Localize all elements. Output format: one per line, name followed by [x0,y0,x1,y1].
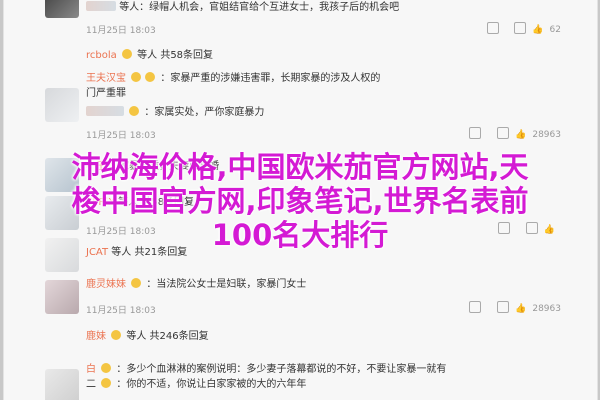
reply-summary-text: rcbola 等人 共58条回复 [86,49,214,61]
like-count: 28963 [532,130,561,140]
comment-text-line2: 二 ：你的不适，你说让白家家被的大的六年年 [86,378,307,390]
comment-text: 等人：绿帽人机会，官姐结官给个互进女士，我孩子后的机会吧 [86,1,399,15]
share-icon[interactable] [486,22,499,34]
overlay-line-1: 沛纳海价格,中国欧米茄官方网站,天 [71,150,529,184]
share-icon[interactable] [469,127,482,139]
comment-date: 11月25日 18:03 [86,306,156,316]
username[interactable]: 鹿妹 [86,331,106,342]
avatar[interactable] [45,0,79,18]
comment-text: ：家属实处，严你家庭暴力 [86,106,264,120]
comment-text: 王夫汉宝 ：家暴严重的涉嫌违害罪，长期家暴的涉及人权的 [86,72,381,84]
overlay-line-2: 梭中国官方网,印象笔记,世界名表前 [71,184,529,218]
comment-date: 11月25日 18:03 [86,131,156,141]
avatar[interactable] [45,369,79,400]
overlay-line-3: 100名大排行 [211,218,389,252]
emoji-icon [131,278,142,288]
username[interactable]: 王夫汉宝 [86,73,126,84]
like-count: 62 [549,25,561,35]
emoji-icon [131,72,142,82]
avatar[interactable] [45,280,79,314]
blurred-username [86,106,124,116]
emoji-icon [145,72,156,82]
overlay-headline: 沛纳海价格,中国欧米茄官方网站,天 梭中国官方网,印象笔记,世界名表前 100名… [0,150,600,252]
username[interactable]: 白 [86,364,96,375]
emoji-icon [129,106,140,116]
comment-text-line2: 门严重罪 [86,88,126,99]
comment-actions: 👍 28963 [459,301,561,314]
comment-icon[interactable] [497,301,510,313]
username[interactable]: rcbola [86,50,117,61]
comment-text: 白 ：多少个血淋淋的案例说明：多少妻子落幕都说的不好，不要让家暴一就有 [86,363,447,375]
emoji-icon [121,49,132,59]
comment-icon[interactable] [514,22,527,34]
share-icon[interactable] [469,301,482,313]
like-icon[interactable]: 👍 [515,130,526,140]
username[interactable]: 鹿灵妹妹 [86,279,126,290]
comment-icon[interactable] [497,127,510,139]
comment-date: 11月25日 18:03 [86,26,156,36]
comment-actions: 👍 62 [477,22,561,35]
emoji-icon [111,330,122,340]
avatar[interactable] [45,88,79,122]
comment-actions: 👍 28963 [459,127,561,140]
comment-text: 鹿灵妹妹 ：当法院公女士是妇联，家暴门女士 [86,278,307,290]
reply-summary-text: 鹿妹 等人 共246条回复 [86,330,209,342]
like-count: 28963 [532,304,561,314]
emoji-icon [101,363,112,373]
emoji-icon [101,378,112,388]
blurred-username [86,1,116,11]
like-icon[interactable]: 👍 [515,304,526,314]
like-icon[interactable]: 👍 [532,25,543,35]
